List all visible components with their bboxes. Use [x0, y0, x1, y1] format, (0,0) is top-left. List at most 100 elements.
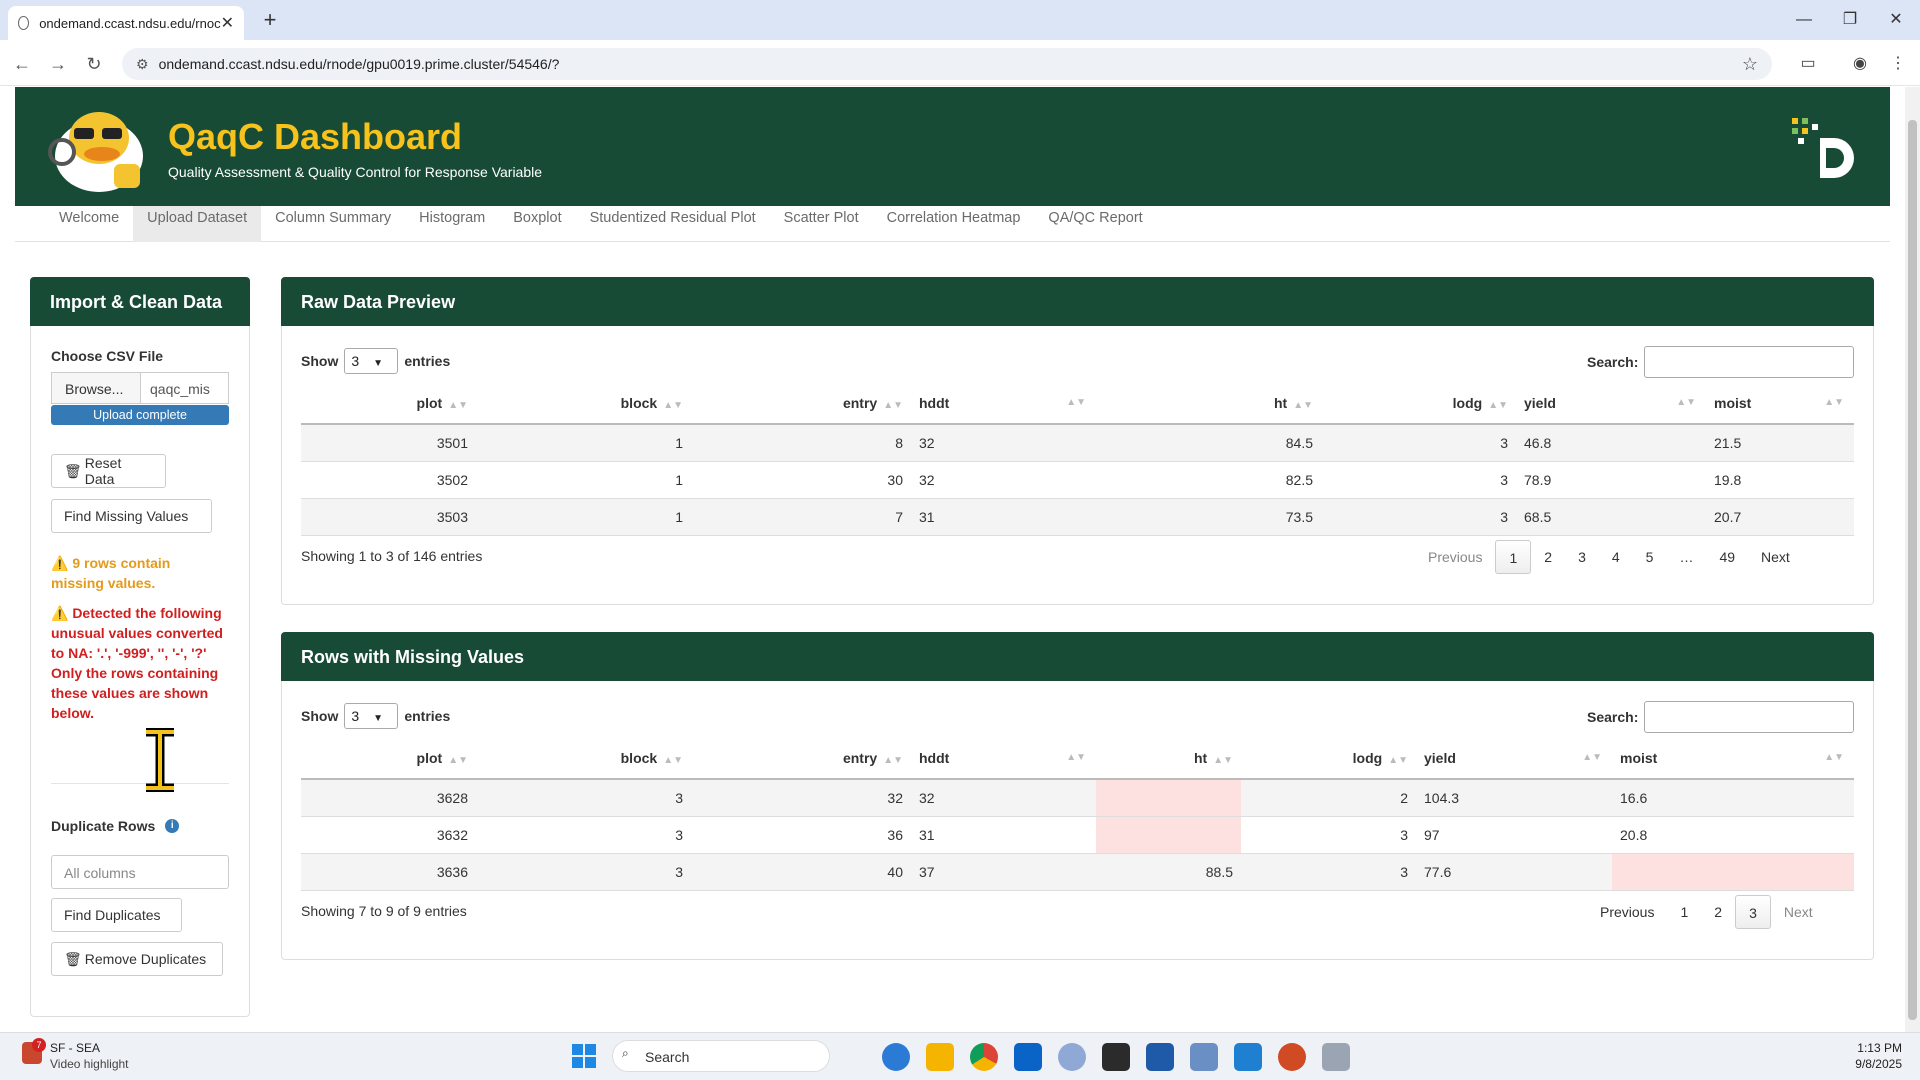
raw-page-size-select[interactable]: 3 ▼ — [344, 348, 399, 374]
tab-correlation-heatmap[interactable]: Correlation Heatmap — [873, 206, 1035, 242]
tab-qaqc-report[interactable]: QA/QC Report — [1034, 206, 1156, 242]
back-button[interactable]: ← — [8, 50, 36, 78]
table-row: 3636 3 40 37 88.5 3 77.6 — [301, 853, 1854, 891]
reload-button[interactable]: ↻ — [80, 50, 108, 78]
column-header-block[interactable]: block ▲▼ — [476, 737, 691, 780]
file-explorer-icon[interactable] — [926, 1043, 954, 1071]
taskbar-search[interactable]: Search — [612, 1040, 830, 1072]
column-header-moist[interactable]: moist ▲▼ — [1612, 737, 1854, 780]
missing-length-control: Show 3 ▼ entries — [301, 703, 450, 729]
find-duplicates-button[interactable]: Find Duplicates — [51, 898, 182, 932]
column-header-block[interactable]: block ▲▼ — [476, 382, 691, 425]
cell-plot: 3503 — [301, 498, 476, 536]
column-header-plot[interactable]: plot ▲▼ — [301, 737, 476, 780]
remove-duplicates-button[interactable]: 🗑 Remove Duplicates — [51, 942, 223, 976]
vscode-icon[interactable] — [1234, 1043, 1262, 1071]
address-bar[interactable]: ⚙ ondemand.ccast.ndsu.edu/rnode/gpu0019.… — [122, 48, 1772, 80]
missing-page-size-select[interactable]: 3 ▼ — [344, 703, 399, 729]
weather-title[interactable]: SF - SEA — [50, 1041, 100, 1055]
browse-button[interactable]: Browse... — [51, 372, 141, 404]
chrome-icon[interactable] — [970, 1043, 998, 1071]
forward-button[interactable]: → — [44, 50, 72, 78]
column-header-lodg[interactable]: lodg ▲▼ — [1241, 737, 1416, 780]
powerpoint-icon[interactable] — [1278, 1043, 1306, 1071]
column-header-hddt[interactable]: hddt ▲▼ — [911, 382, 1096, 425]
missing-search-input[interactable] — [1644, 701, 1854, 733]
column-header-entry[interactable]: entry ▲▼ — [691, 737, 911, 780]
column-header-yield[interactable]: yield ▲▼ — [1416, 737, 1612, 780]
browser-tab[interactable]: ondemand.ccast.ndsu.edu/rnoc ✕ — [8, 6, 244, 40]
cast-icon[interactable]: ▭ — [1794, 50, 1822, 78]
reset-data-button[interactable]: 🗑 Reset Data — [51, 454, 166, 488]
bookmark-star-icon[interactable]: ☆ — [1742, 54, 1758, 75]
column-header-moist[interactable]: moist ▲▼ — [1706, 382, 1854, 425]
page-button-4[interactable]: 4 — [1599, 540, 1633, 574]
previous-page-button[interactable]: Previous — [1587, 895, 1667, 929]
tab-boxplot[interactable]: Boxplot — [499, 206, 575, 242]
missing-rows-table: plot ▲▼ block ▲▼ entry ▲▼ hddt ▲▼ ht ▲▼ lodg ▲… — [301, 737, 1854, 891]
profile-icon[interactable]: ◉ — [1846, 50, 1874, 78]
tab-column-summary[interactable]: Column Summary — [261, 206, 405, 242]
cell-moist-missing — [1612, 853, 1854, 891]
r-app-icon[interactable] — [1058, 1043, 1086, 1071]
filename-field: qaqc_mis — [140, 372, 229, 404]
sort-icon: ▲▼ — [663, 399, 683, 411]
find-missing-values-button[interactable]: Find Missing Values — [51, 499, 212, 533]
next-page-button[interactable]: Next — [1748, 540, 1803, 574]
close-window-button[interactable]: ✕ — [1876, 6, 1916, 34]
page-button-3[interactable]: 3 — [1735, 895, 1771, 929]
institution-logo — [1792, 118, 1854, 178]
snipping-tool-icon[interactable] — [1190, 1043, 1218, 1071]
page-button-2[interactable]: 2 — [1531, 540, 1565, 574]
next-page-button[interactable]: Next — [1771, 895, 1826, 929]
upload-progress-bar: Upload complete — [51, 405, 229, 425]
page-button-1[interactable]: 1 — [1667, 895, 1701, 929]
site-info-icon[interactable]: ⚙ — [136, 56, 149, 73]
column-header-hddt[interactable]: hddt ▲▼ — [911, 737, 1096, 780]
info-icon[interactable]: i — [165, 819, 180, 833]
clock-time[interactable]: 1:13 PM — [1852, 1041, 1902, 1055]
page-button-49[interactable]: 49 — [1706, 540, 1748, 574]
tab-studentized-residual-plot[interactable]: Studentized Residual Plot — [576, 206, 770, 242]
column-header-ht[interactable]: ht ▲▼ — [1096, 737, 1241, 780]
file-input-label: Choose CSV File — [51, 348, 164, 364]
edge-browser-icon[interactable] — [882, 1043, 910, 1071]
raw-pagination: Previous 1 2 3 4 5 … 49 Next — [1415, 540, 1803, 574]
new-tab-button[interactable]: + — [256, 6, 284, 34]
minimize-button[interactable]: — — [1784, 6, 1824, 34]
notepad-icon[interactable] — [1146, 1043, 1174, 1071]
cell-lodg: 3 — [1241, 853, 1416, 891]
column-header-plot[interactable]: plot ▲▼ — [301, 382, 476, 425]
previous-page-button[interactable]: Previous — [1415, 540, 1495, 574]
windows-start-icon[interactable] — [572, 1044, 596, 1068]
restore-button[interactable]: ❐ — [1830, 6, 1870, 34]
cell-plot: 3502 — [301, 461, 476, 499]
text-cursor-icon — [146, 728, 174, 792]
remote-desktop-icon[interactable] — [1322, 1043, 1350, 1071]
column-header-ht[interactable]: ht ▲▼ — [1096, 382, 1321, 425]
duplicate-columns-select[interactable]: All columns — [51, 855, 229, 889]
scrollbar-thumb[interactable] — [1908, 120, 1917, 1020]
tab-welcome[interactable]: Welcome — [45, 206, 133, 242]
page-button-2[interactable]: 2 — [1701, 895, 1735, 929]
raw-search-input[interactable] — [1644, 346, 1854, 378]
page-button-5[interactable]: 5 — [1633, 540, 1667, 574]
tab-scatter-plot[interactable]: Scatter Plot — [770, 206, 873, 242]
close-tab-icon[interactable]: ✕ — [221, 13, 234, 33]
column-header-yield[interactable]: yield ▲▼ — [1516, 382, 1706, 425]
column-header-lodg[interactable]: lodg ▲▼ — [1321, 382, 1516, 425]
unusual-values-warning: ⚠️ Detected the following unusual values… — [51, 603, 229, 723]
outlook-icon[interactable] — [1014, 1043, 1042, 1071]
tab-upload-dataset[interactable]: Upload Dataset — [133, 206, 262, 242]
menu-icon[interactable]: ⋮ — [1884, 50, 1912, 78]
terminal-icon[interactable] — [1102, 1043, 1130, 1071]
page-button-1[interactable]: 1 — [1495, 540, 1532, 574]
tab-histogram[interactable]: Histogram — [405, 206, 499, 242]
page-button-3[interactable]: 3 — [1565, 540, 1599, 574]
column-header-entry[interactable]: entry ▲▼ — [691, 382, 911, 425]
missing-page-size-value: 3 — [351, 708, 360, 724]
cell-moist: 21.5 — [1706, 424, 1854, 462]
trash-icon: 🗑 — [64, 950, 82, 967]
clock-date[interactable]: 9/8/2025 — [1832, 1057, 1902, 1071]
unusual-values-text: ⚠️ Detected the following unusual values… — [51, 605, 223, 661]
